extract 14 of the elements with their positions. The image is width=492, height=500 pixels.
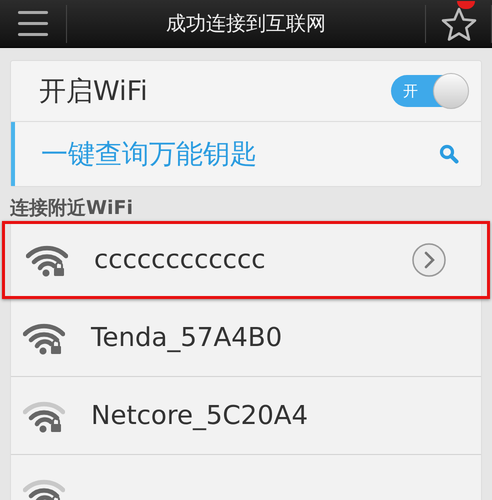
menu-icon — [18, 10, 48, 36]
wifi-label: 开启WiFi — [39, 75, 148, 109]
search-icon — [439, 144, 459, 164]
network-name: Tenda_57A4B0 — [91, 322, 282, 352]
screen-title: 成功连接到互联网 — [165, 10, 327, 37]
network-item[interactable]: Netcore_5C20A4 — [11, 377, 481, 455]
chevron-circle-icon[interactable] — [411, 242, 447, 278]
network-name: Netcore_5C20A4 — [91, 400, 308, 430]
section-title: 连接附近WiFi — [9, 196, 134, 221]
network-name: cccccccccccc — [94, 245, 266, 275]
key-search-label: 一键查询万能钥匙 — [41, 138, 257, 172]
star-icon — [440, 6, 478, 42]
network-item[interactable]: Tenda_57A4B0 — [11, 299, 481, 377]
network-item[interactable]: cccccccccccc — [2, 221, 490, 299]
